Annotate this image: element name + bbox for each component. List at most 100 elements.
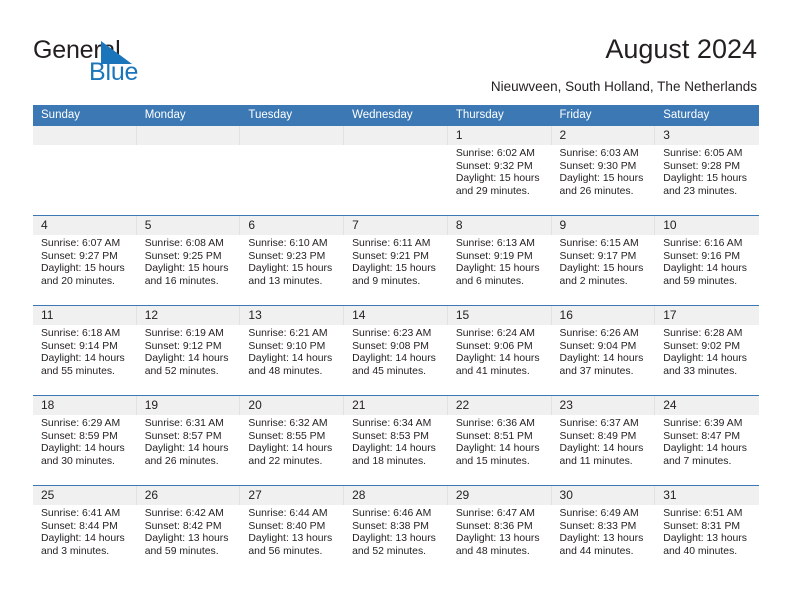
sunset-text: Sunset: 8:49 PM xyxy=(559,430,637,442)
page-header: General Blue August 2024 Nieuwveen, Sout… xyxy=(0,0,792,100)
calendar-day-cell[interactable]: 13 Sunrise: 6:21 AM Sunset: 9:10 PM Dayligh… xyxy=(240,305,345,396)
daylight-text-line1: Daylight: 14 hours xyxy=(248,443,333,455)
day-cell-inner: 6 Sunrise: 6:10 AM Sunset: 9:23 PM Daylight… xyxy=(240,216,345,305)
day-number: 29 xyxy=(447,486,552,505)
calendar-day-cell[interactable]: 31 Sunrise: 6:51 AM Sunset: 8:31 PM Dayligh… xyxy=(655,485,759,575)
day-number: 23 xyxy=(551,396,656,415)
sunrise-text: Sunrise: 6:42 AM xyxy=(144,508,224,519)
daylight-text-line2: and 41 minutes. xyxy=(455,365,530,377)
sunrise-text: Sunrise: 6:51 AM xyxy=(663,508,743,519)
day-details: Sunrise: 6:47 AM Sunset: 8:36 PM Daylight:… xyxy=(448,505,552,558)
calendar-day-cell[interactable]: 16 Sunrise: 6:26 AM Sunset: 9:04 PM Dayligh… xyxy=(551,305,656,396)
page-subtitle: Nieuwveen, South Holland, The Netherland… xyxy=(490,79,757,94)
day-cell-inner: 15 Sunrise: 6:24 AM Sunset: 9:06 PM Dayligh… xyxy=(447,306,552,395)
calendar-day-cell[interactable]: 26 Sunrise: 6:42 AM Sunset: 8:42 PM Dayligh… xyxy=(136,485,241,575)
day-details: Sunrise: 6:13 AM Sunset: 9:19 PM Daylight:… xyxy=(448,235,552,288)
sunrise-text: Sunrise: 6:21 AM xyxy=(248,328,328,339)
sunrise-text: Sunrise: 6:28 AM xyxy=(663,328,743,339)
sunrise-text: Sunrise: 6:24 AM xyxy=(455,328,535,339)
weekday-header-sunday: Sunday xyxy=(33,105,137,126)
calendar-day-cell[interactable]: 28 Sunrise: 6:46 AM Sunset: 8:38 PM Dayligh… xyxy=(344,485,448,575)
sunrise-text: Sunrise: 6:13 AM xyxy=(455,238,535,249)
calendar-day-cell[interactable]: 10 Sunrise: 6:16 AM Sunset: 9:16 PM Dayligh… xyxy=(655,215,759,306)
sunrise-text: Sunrise: 6:23 AM xyxy=(352,328,432,339)
day-cell-inner: 5 Sunrise: 6:08 AM Sunset: 9:25 PM Daylight… xyxy=(136,216,241,305)
day-number: 15 xyxy=(447,306,552,325)
calendar-day-cell[interactable]: 7 Sunrise: 6:11 AM Sunset: 9:21 PM Daylight… xyxy=(344,215,448,306)
sunset-text: Sunset: 9:25 PM xyxy=(144,250,222,262)
daylight-text-line2: and 3 minutes. xyxy=(41,545,110,557)
sunrise-text: Sunrise: 6:18 AM xyxy=(41,328,121,339)
daylight-text-line1: Daylight: 15 hours xyxy=(455,173,540,185)
daylight-text-line2: and 6 minutes. xyxy=(455,275,524,287)
calendar-day-cell[interactable]: 5 Sunrise: 6:08 AM Sunset: 9:25 PM Daylight… xyxy=(136,215,241,306)
daylight-text-line2: and 9 minutes. xyxy=(352,275,421,287)
day-cell-inner: 25 Sunrise: 6:41 AM Sunset: 8:44 PM Dayligh… xyxy=(33,486,137,575)
calendar-day-cell[interactable]: 23 Sunrise: 6:37 AM Sunset: 8:49 PM Dayligh… xyxy=(551,395,656,486)
daylight-text-line2: and 48 minutes. xyxy=(248,365,323,377)
page-title: August 2024 xyxy=(605,34,757,64)
sunset-text: Sunset: 9:02 PM xyxy=(663,340,741,352)
daylight-text-line2: and 48 minutes. xyxy=(455,545,530,557)
sunrise-text: Sunrise: 6:02 AM xyxy=(455,148,535,159)
calendar-day-cell[interactable]: 25 Sunrise: 6:41 AM Sunset: 8:44 PM Dayligh… xyxy=(33,485,137,575)
day-cell-inner: 21 Sunrise: 6:34 AM Sunset: 8:53 PM Dayligh… xyxy=(344,396,448,485)
calendar-day-cell[interactable]: 29 Sunrise: 6:47 AM Sunset: 8:36 PM Dayligh… xyxy=(447,485,552,575)
calendar-day-cell[interactable]: 4 Sunrise: 6:07 AM Sunset: 9:27 PM Daylight… xyxy=(33,215,137,306)
calendar-day-cell[interactable]: 1 Sunrise: 6:02 AM Sunset: 9:32 PM Daylight… xyxy=(447,126,552,216)
day-cell-inner xyxy=(33,126,137,215)
daylight-text-line2: and 30 minutes. xyxy=(41,455,115,467)
daylight-text-line2: and 59 minutes. xyxy=(663,275,738,287)
calendar-day-cell[interactable]: 21 Sunrise: 6:34 AM Sunset: 8:53 PM Dayligh… xyxy=(344,395,448,486)
calendar-day-cell[interactable]: 17 Sunrise: 6:28 AM Sunset: 9:02 PM Dayligh… xyxy=(655,305,759,396)
calendar-table: Sunday Monday Tuesday Wednesday Thursday… xyxy=(33,105,759,575)
day-number: 30 xyxy=(551,486,656,505)
weekday-header-monday: Monday xyxy=(136,105,241,126)
calendar-day-cell[interactable]: 6 Sunrise: 6:10 AM Sunset: 9:23 PM Daylight… xyxy=(240,215,345,306)
day-number: 7 xyxy=(344,216,448,235)
calendar-day-cell[interactable]: 20 Sunrise: 6:32 AM Sunset: 8:55 PM Dayligh… xyxy=(240,395,345,486)
day-cell-inner: 29 Sunrise: 6:47 AM Sunset: 8:36 PM Dayligh… xyxy=(447,486,552,575)
sunrise-text: Sunrise: 6:36 AM xyxy=(455,418,535,429)
day-details: Sunrise: 6:11 AM Sunset: 9:21 PM Daylight:… xyxy=(344,235,448,288)
calendar-day-cell[interactable]: 15 Sunrise: 6:24 AM Sunset: 9:06 PM Dayligh… xyxy=(447,305,552,396)
day-number: 17 xyxy=(655,306,759,325)
sunset-text: Sunset: 9:10 PM xyxy=(248,340,326,352)
daylight-text-line1: Daylight: 14 hours xyxy=(41,353,125,365)
calendar-day-cell[interactable]: 18 Sunrise: 6:29 AM Sunset: 8:59 PM Dayligh… xyxy=(33,395,137,486)
calendar-day-cell[interactable]: 3 Sunrise: 6:05 AM Sunset: 9:28 PM Daylight… xyxy=(655,126,759,216)
day-number: 2 xyxy=(551,126,656,145)
calendar-day-cell[interactable]: 14 Sunrise: 6:23 AM Sunset: 9:08 PM Dayligh… xyxy=(344,305,448,396)
calendar-day-cell[interactable]: 27 Sunrise: 6:44 AM Sunset: 8:40 PM Dayligh… xyxy=(240,485,345,575)
calendar-day-cell[interactable]: 11 Sunrise: 6:18 AM Sunset: 9:14 PM Dayligh… xyxy=(33,305,137,396)
sunrise-text: Sunrise: 6:19 AM xyxy=(144,328,224,339)
day-details: Sunrise: 6:05 AM Sunset: 9:28 PM Daylight:… xyxy=(655,145,759,198)
day-details: Sunrise: 6:44 AM Sunset: 8:40 PM Daylight:… xyxy=(240,505,344,558)
brand-logo[interactable]: General Blue xyxy=(33,36,233,92)
sunset-text: Sunset: 8:42 PM xyxy=(144,520,222,532)
calendar-day-cell[interactable]: 22 Sunrise: 6:36 AM Sunset: 8:51 PM Dayligh… xyxy=(447,395,552,486)
daylight-text-line2: and 45 minutes. xyxy=(352,365,427,377)
sunrise-text: Sunrise: 6:49 AM xyxy=(559,508,639,519)
day-number: 9 xyxy=(551,216,656,235)
calendar-day-cell[interactable]: 12 Sunrise: 6:19 AM Sunset: 9:12 PM Dayligh… xyxy=(136,305,241,396)
day-cell-inner: 23 Sunrise: 6:37 AM Sunset: 8:49 PM Dayligh… xyxy=(551,396,656,485)
calendar-day-cell[interactable]: 30 Sunrise: 6:49 AM Sunset: 8:33 PM Dayligh… xyxy=(551,485,656,575)
day-details: Sunrise: 6:16 AM Sunset: 9:16 PM Daylight:… xyxy=(655,235,759,288)
calendar-day-cell[interactable]: 24 Sunrise: 6:39 AM Sunset: 8:47 PM Dayligh… xyxy=(655,395,759,486)
sunset-text: Sunset: 8:33 PM xyxy=(559,520,637,532)
day-cell-inner: 13 Sunrise: 6:21 AM Sunset: 9:10 PM Dayligh… xyxy=(240,306,345,395)
sunset-text: Sunset: 8:44 PM xyxy=(41,520,118,532)
sunrise-text: Sunrise: 6:29 AM xyxy=(41,418,121,429)
day-number: 8 xyxy=(447,216,552,235)
day-number: 24 xyxy=(655,396,759,415)
sunset-text: Sunset: 9:27 PM xyxy=(41,250,118,262)
calendar-day-cell[interactable]: 8 Sunrise: 6:13 AM Sunset: 9:19 PM Daylight… xyxy=(447,215,552,306)
day-number: 13 xyxy=(240,306,345,325)
sunrise-text: Sunrise: 6:10 AM xyxy=(248,238,328,249)
calendar-day-cell[interactable]: 9 Sunrise: 6:15 AM Sunset: 9:17 PM Daylight… xyxy=(551,215,656,306)
sunrise-text: Sunrise: 6:47 AM xyxy=(455,508,535,519)
calendar-day-cell[interactable]: 2 Sunrise: 6:03 AM Sunset: 9:30 PM Daylight… xyxy=(551,126,656,216)
daylight-text-line2: and 37 minutes. xyxy=(559,365,634,377)
calendar-day-cell[interactable]: 19 Sunrise: 6:31 AM Sunset: 8:57 PM Dayligh… xyxy=(136,395,241,486)
